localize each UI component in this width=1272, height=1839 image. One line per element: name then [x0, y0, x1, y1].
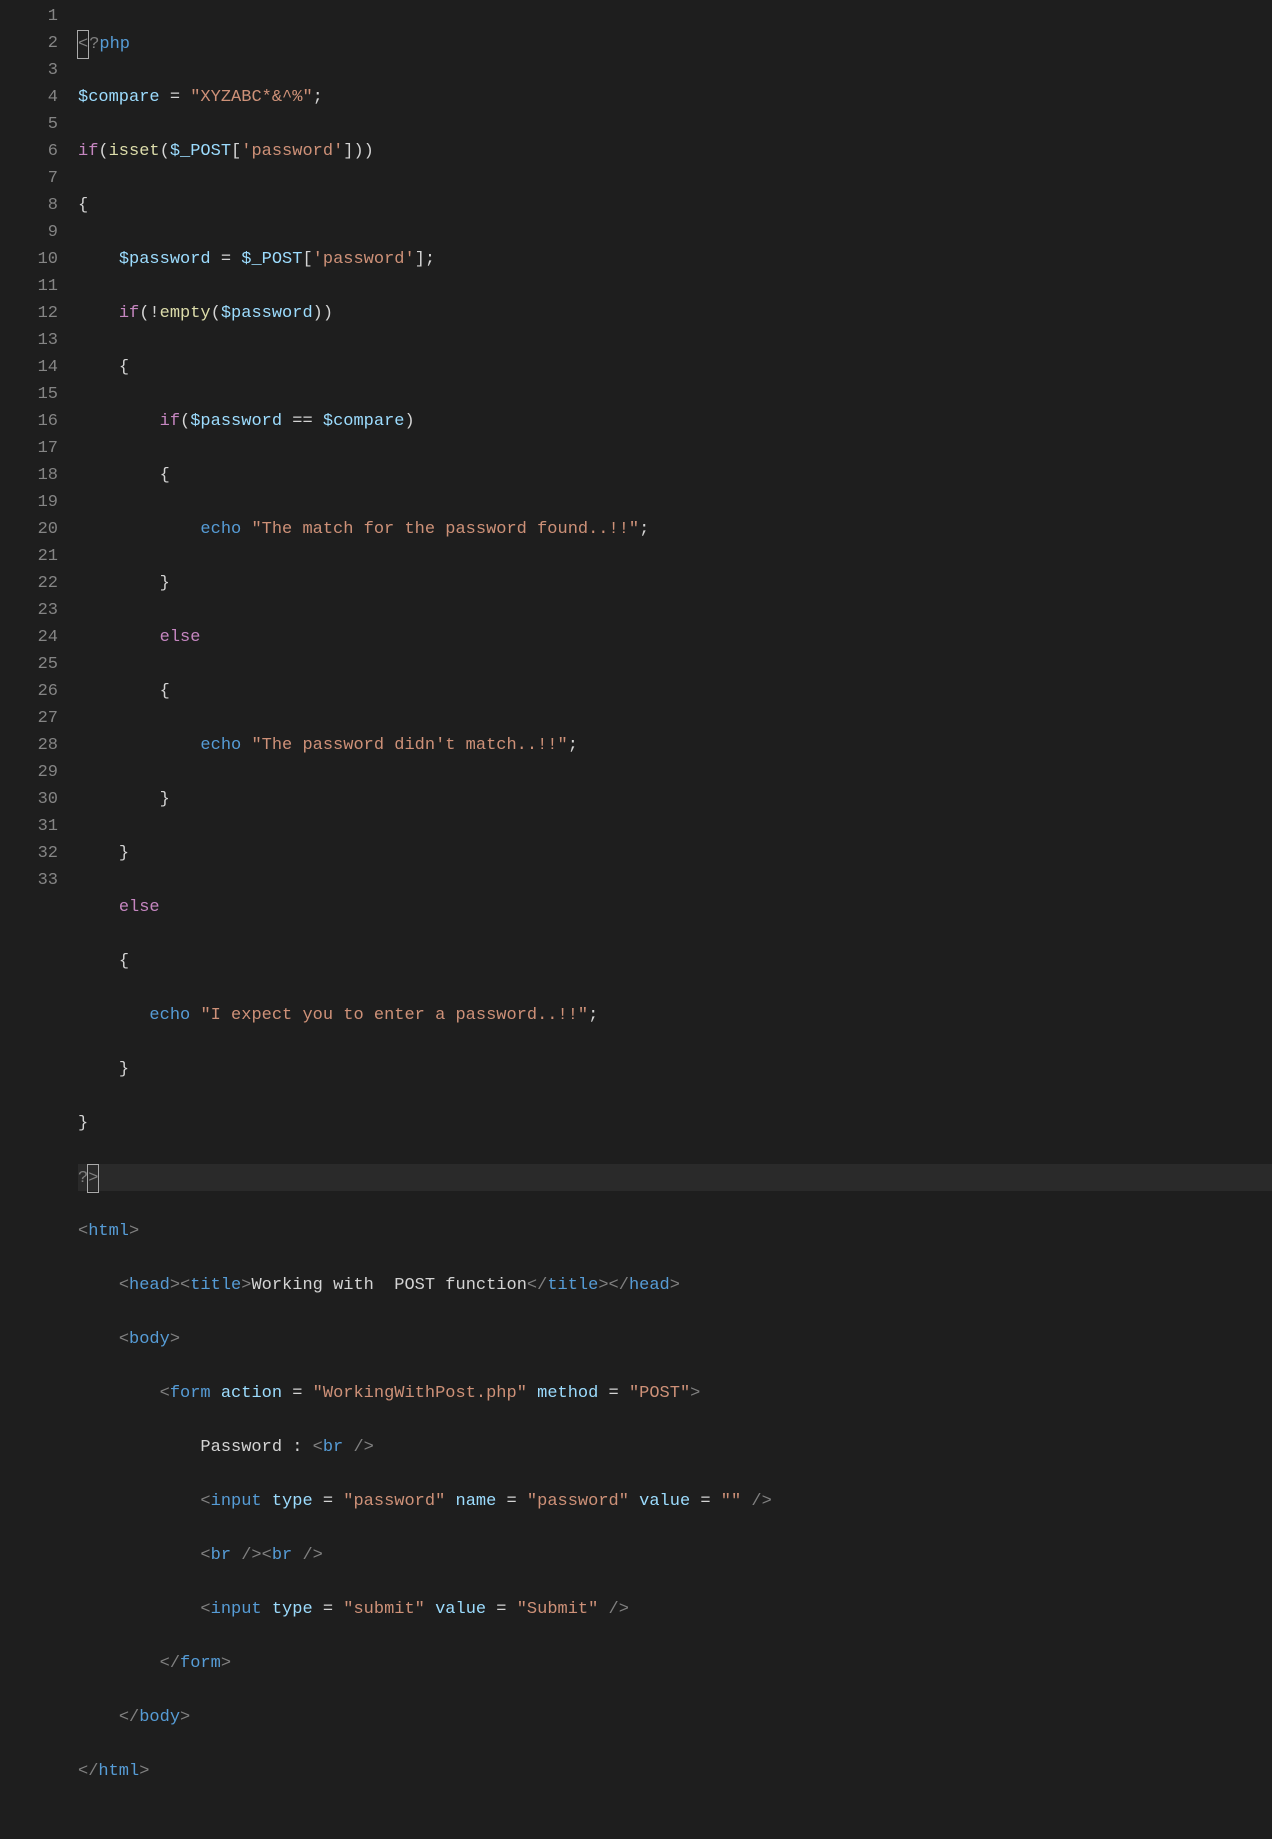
code-line: $password = $_POST['password'];: [78, 246, 1272, 273]
line-number: 16: [0, 408, 58, 435]
line-number: 25: [0, 651, 58, 678]
line-number: 20: [0, 516, 58, 543]
code-line: echo "I expect you to enter a password..…: [78, 1002, 1272, 1029]
code-line: }: [78, 570, 1272, 597]
line-number: 26: [0, 678, 58, 705]
code-line: <body>: [78, 1326, 1272, 1353]
line-number-gutter: 1234567891011121314151617181920212223242…: [0, 0, 78, 938]
code-line: else: [78, 894, 1272, 921]
line-number: 30: [0, 786, 58, 813]
code-line: <head><title>Working with POST function<…: [78, 1272, 1272, 1299]
line-number: 15: [0, 381, 58, 408]
code-line: }: [78, 840, 1272, 867]
line-number: 19: [0, 489, 58, 516]
line-number: 4: [0, 84, 58, 111]
code-line: if($password == $compare): [78, 408, 1272, 435]
code-line: else: [78, 624, 1272, 651]
code-line: if(isset($_POST['password'])): [78, 138, 1272, 165]
code-line: echo "The password didn't match..!!";: [78, 732, 1272, 759]
code-line: ?>: [78, 1164, 1272, 1191]
line-number: 32: [0, 840, 58, 867]
line-number: 12: [0, 300, 58, 327]
line-number: 27: [0, 705, 58, 732]
code-line: <html>: [78, 1218, 1272, 1245]
code-line: echo "The match for the password found..…: [78, 516, 1272, 543]
code-line: {: [78, 354, 1272, 381]
line-number: 3: [0, 57, 58, 84]
code-line: <input type = "password" name = "passwor…: [78, 1488, 1272, 1515]
code-editor[interactable]: 1234567891011121314151617181920212223242…: [0, 0, 1272, 938]
line-number: 6: [0, 138, 58, 165]
line-number: 22: [0, 570, 58, 597]
line-number: 2: [0, 30, 58, 57]
line-number: 1: [0, 3, 58, 30]
line-number: 21: [0, 543, 58, 570]
line-number: 29: [0, 759, 58, 786]
code-line: {: [78, 678, 1272, 705]
line-number: 17: [0, 435, 58, 462]
code-line: <form action = "WorkingWithPost.php" met…: [78, 1380, 1272, 1407]
code-line: {: [78, 462, 1272, 489]
line-number: 14: [0, 354, 58, 381]
line-number: 10: [0, 246, 58, 273]
code-line: </html>: [78, 1758, 1272, 1785]
code-line: {: [78, 948, 1272, 975]
code-line: $compare = "XYZABC*&^%";: [78, 84, 1272, 111]
line-number: 31: [0, 813, 58, 840]
line-number: 18: [0, 462, 58, 489]
line-number: 23: [0, 597, 58, 624]
line-number: 33: [0, 867, 58, 894]
code-line: </body>: [78, 1704, 1272, 1731]
code-area[interactable]: <?php $compare = "XYZABC*&^%"; if(isset(…: [78, 0, 1272, 938]
code-line: {: [78, 192, 1272, 219]
code-line: <br /><br />: [78, 1542, 1272, 1569]
code-line: </form>: [78, 1650, 1272, 1677]
line-number: 28: [0, 732, 58, 759]
line-number: 8: [0, 192, 58, 219]
line-number: 5: [0, 111, 58, 138]
code-line: <input type = "submit" value = "Submit" …: [78, 1596, 1272, 1623]
line-number: 24: [0, 624, 58, 651]
code-line: <?php: [78, 30, 1272, 57]
code-line: }: [78, 1110, 1272, 1137]
line-number: 7: [0, 165, 58, 192]
code-line: }: [78, 786, 1272, 813]
code-line: Password : <br />: [78, 1434, 1272, 1461]
line-number: 9: [0, 219, 58, 246]
line-number: 11: [0, 273, 58, 300]
line-number: 13: [0, 327, 58, 354]
code-line: if(!empty($password)): [78, 300, 1272, 327]
code-line: }: [78, 1056, 1272, 1083]
